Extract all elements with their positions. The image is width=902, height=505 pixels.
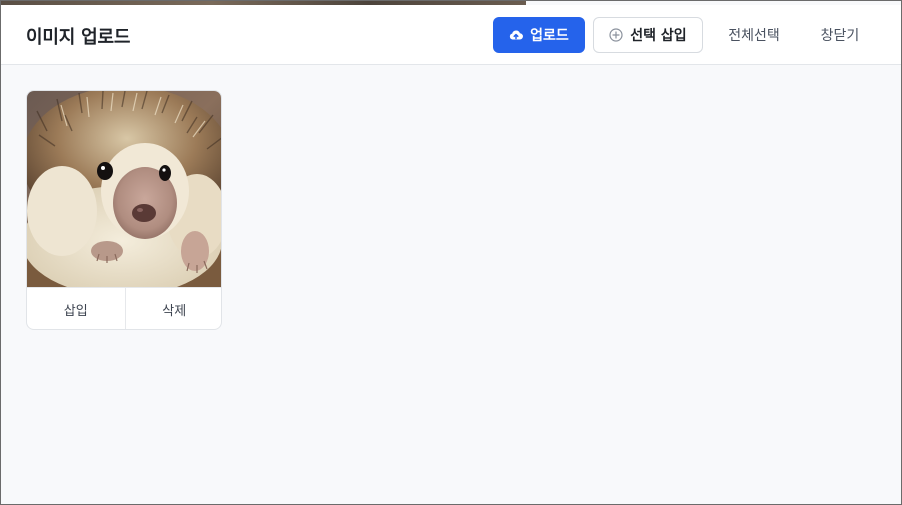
image-upload-dialog: 이미지 업로드 업로드 선택 삽입 전체선택 창닫기 삽입 삭제 (0, 0, 902, 505)
insert-selected-button[interactable]: 선택 삽입 (593, 17, 703, 53)
upload-button[interactable]: 업로드 (493, 17, 585, 53)
image-card-actions: 삽입 삭제 (27, 287, 222, 329)
close-window-button[interactable]: 창닫기 (811, 17, 869, 53)
cloud-upload-icon (509, 29, 524, 41)
upload-button-label: 업로드 (530, 28, 569, 44)
hedgehog-thumbnail[interactable] (27, 91, 222, 287)
image-card[interactable]: 삽입 삭제 (26, 90, 222, 330)
insert-image-button[interactable]: 삽입 (27, 288, 125, 329)
dialog-header: 이미지 업로드 업로드 선택 삽입 전체선택 창닫기 (1, 5, 901, 65)
select-all-button[interactable]: 전체선택 (719, 17, 789, 53)
plus-circle-icon (609, 28, 623, 42)
delete-image-button[interactable]: 삭제 (124, 288, 222, 329)
insert-selected-label: 선택 삽입 (630, 28, 687, 44)
dialog-title: 이미지 업로드 (26, 27, 131, 48)
